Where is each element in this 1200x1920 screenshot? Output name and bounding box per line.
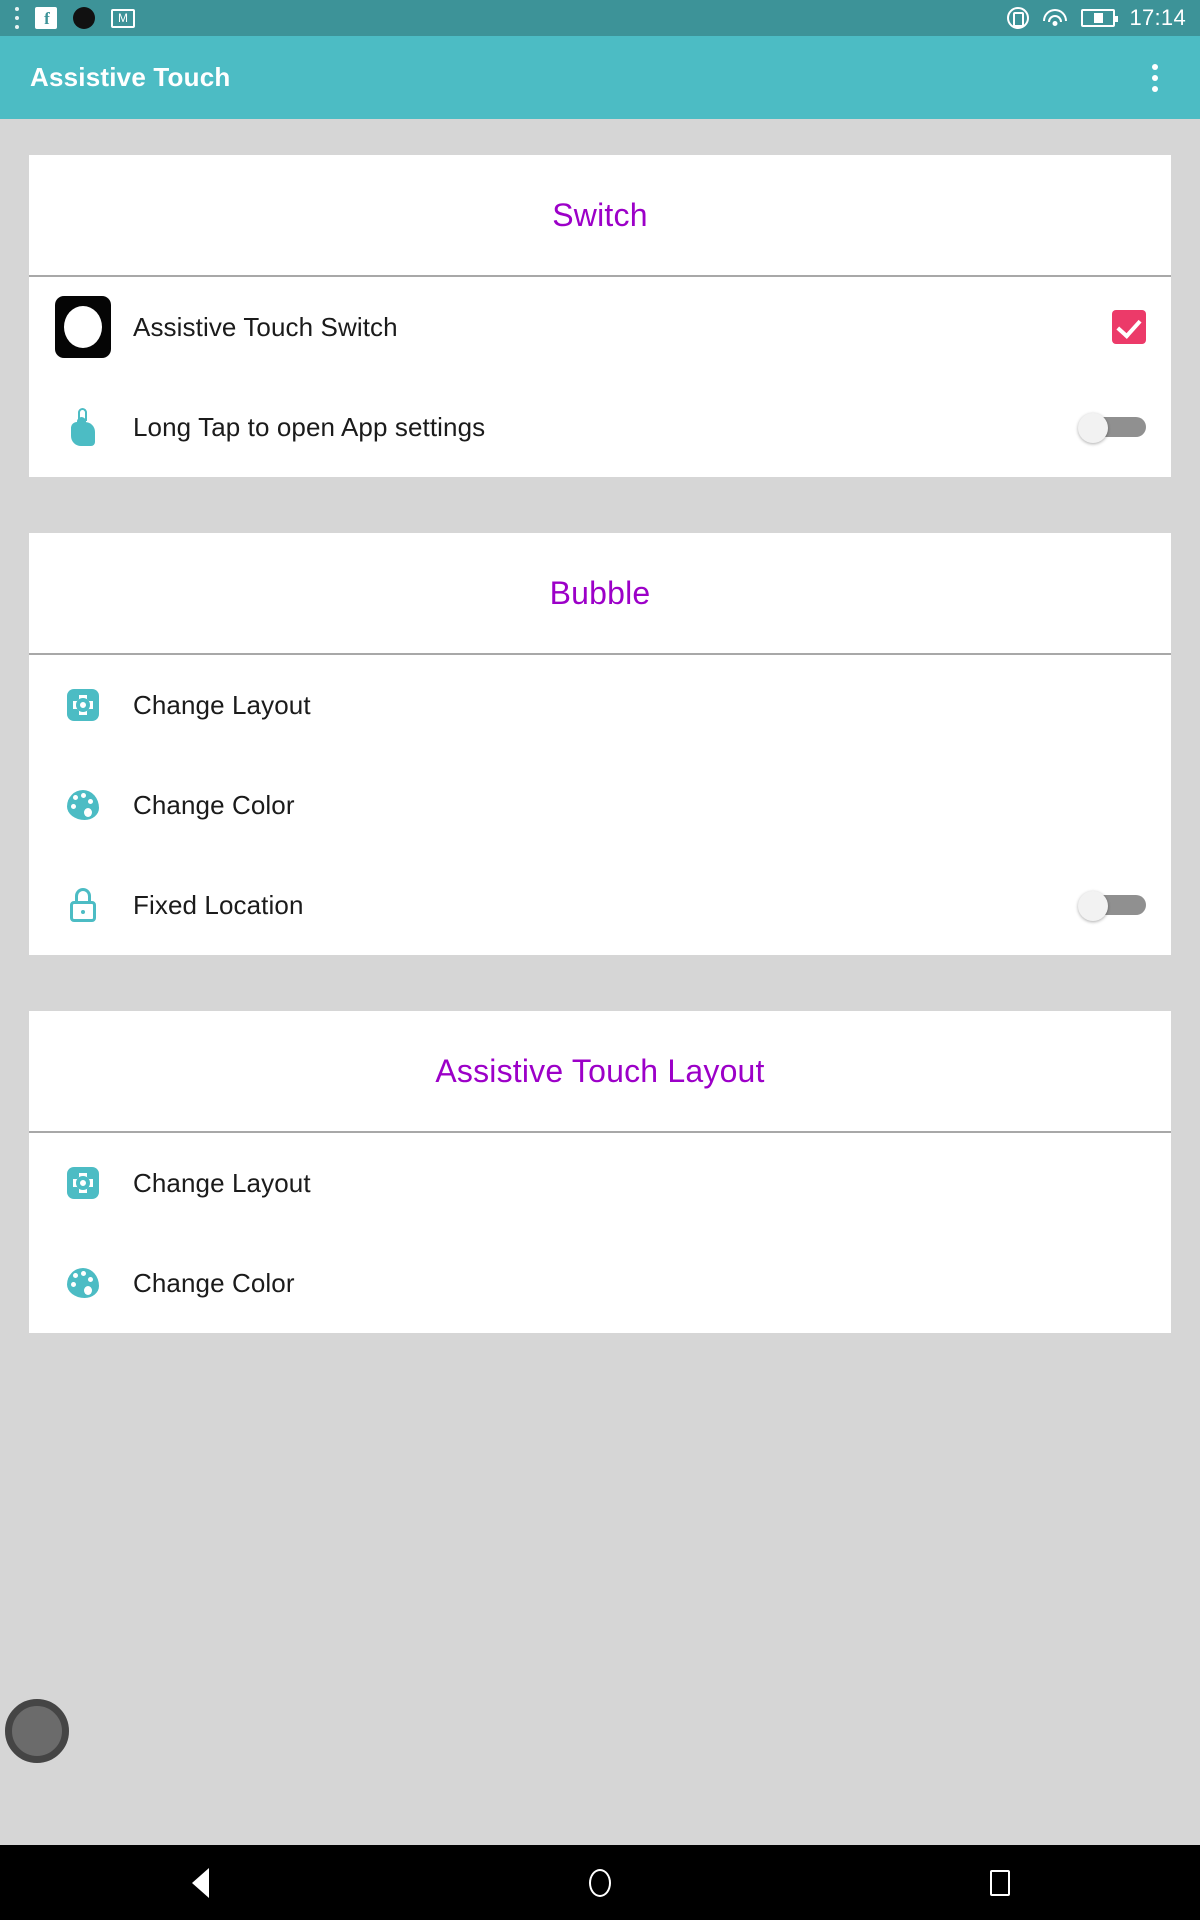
menu-dots-icon bbox=[14, 7, 19, 29]
status-bar-left-icons: f bbox=[14, 7, 135, 29]
battery-icon bbox=[1081, 9, 1119, 27]
facebook-glyph: f bbox=[44, 9, 50, 28]
gear-icon bbox=[55, 689, 111, 721]
section-header-bubble: Bubble bbox=[29, 533, 1171, 655]
palette-icon bbox=[55, 790, 111, 820]
row-layout-change-layout[interactable]: Change Layout bbox=[29, 1133, 1171, 1233]
palette-icon bbox=[55, 1268, 111, 1298]
home-circle-icon bbox=[589, 1868, 611, 1897]
row-bubble-change-layout[interactable]: Change Layout bbox=[29, 655, 1171, 755]
overflow-menu-icon[interactable] bbox=[1140, 61, 1170, 95]
row-bubble-change-color[interactable]: Change Color bbox=[29, 755, 1171, 855]
android-screen: f 17:14 Assistive Touch Switch bbox=[0, 0, 1200, 1920]
section-title: Switch bbox=[552, 196, 648, 233]
assistive-touch-switch-checkbox[interactable] bbox=[1112, 310, 1146, 344]
section-title: Bubble bbox=[549, 574, 651, 611]
nav-back-button[interactable] bbox=[130, 1845, 270, 1920]
page-title: Assistive Touch bbox=[30, 62, 231, 92]
section-card-bubble: Bubble Change Layout Change Color Fixed … bbox=[29, 533, 1171, 955]
row-control bbox=[1112, 310, 1146, 344]
section-card-assistive-touch-layout: Assistive Touch Layout Change Layout Cha… bbox=[29, 1011, 1171, 1333]
section-title: Assistive Touch Layout bbox=[435, 1052, 765, 1089]
gmail-icon bbox=[111, 8, 135, 28]
nav-recents-button[interactable] bbox=[930, 1845, 1070, 1920]
status-bar: f 17:14 bbox=[0, 0, 1200, 36]
row-assistive-touch-switch[interactable]: Assistive Touch Switch bbox=[29, 277, 1171, 377]
assistive-touch-bubble[interactable] bbox=[5, 1699, 69, 1763]
lock-icon bbox=[55, 888, 111, 922]
row-long-tap-settings[interactable]: Long Tap to open App settings bbox=[29, 377, 1171, 477]
row-label: Change Layout bbox=[133, 689, 311, 720]
row-control bbox=[1078, 413, 1146, 443]
assistive-touch-app-icon bbox=[55, 296, 111, 358]
gear-icon bbox=[55, 1167, 111, 1199]
android-navigation-bar bbox=[0, 1845, 1200, 1920]
wifi-icon bbox=[1043, 8, 1068, 28]
status-bar-right-icons: 17:14 bbox=[1007, 5, 1186, 31]
fixed-location-toggle[interactable] bbox=[1078, 891, 1146, 921]
facebook-icon: f bbox=[35, 7, 57, 29]
black-circle-icon bbox=[73, 7, 95, 29]
row-label: Change Color bbox=[133, 789, 295, 820]
section-header-assistive-touch-layout: Assistive Touch Layout bbox=[29, 1011, 1171, 1133]
row-layout-change-color[interactable]: Change Color bbox=[29, 1233, 1171, 1333]
row-label: Long Tap to open App settings bbox=[133, 411, 486, 442]
section-header-switch: Switch bbox=[29, 155, 1171, 277]
settings-content: Switch Assistive Touch Switch Long Tap t… bbox=[0, 119, 1200, 1845]
row-label: Fixed Location bbox=[133, 889, 304, 920]
nav-home-button[interactable] bbox=[530, 1845, 670, 1920]
app-toolbar: Assistive Touch bbox=[0, 36, 1200, 119]
row-label: Change Color bbox=[133, 1267, 295, 1298]
row-control bbox=[1078, 891, 1146, 921]
recents-square-icon bbox=[990, 1869, 1010, 1896]
section-card-switch: Switch Assistive Touch Switch Long Tap t… bbox=[29, 155, 1171, 477]
row-bubble-fixed-location[interactable]: Fixed Location bbox=[29, 855, 1171, 955]
status-bar-clock: 17:14 bbox=[1129, 5, 1186, 30]
long-tap-toggle[interactable] bbox=[1078, 413, 1146, 443]
touch-icon bbox=[55, 408, 111, 446]
vibrate-icon bbox=[1007, 7, 1030, 29]
back-triangle-icon bbox=[191, 1867, 209, 1898]
row-label: Change Layout bbox=[133, 1167, 311, 1198]
row-label: Assistive Touch Switch bbox=[133, 311, 398, 342]
